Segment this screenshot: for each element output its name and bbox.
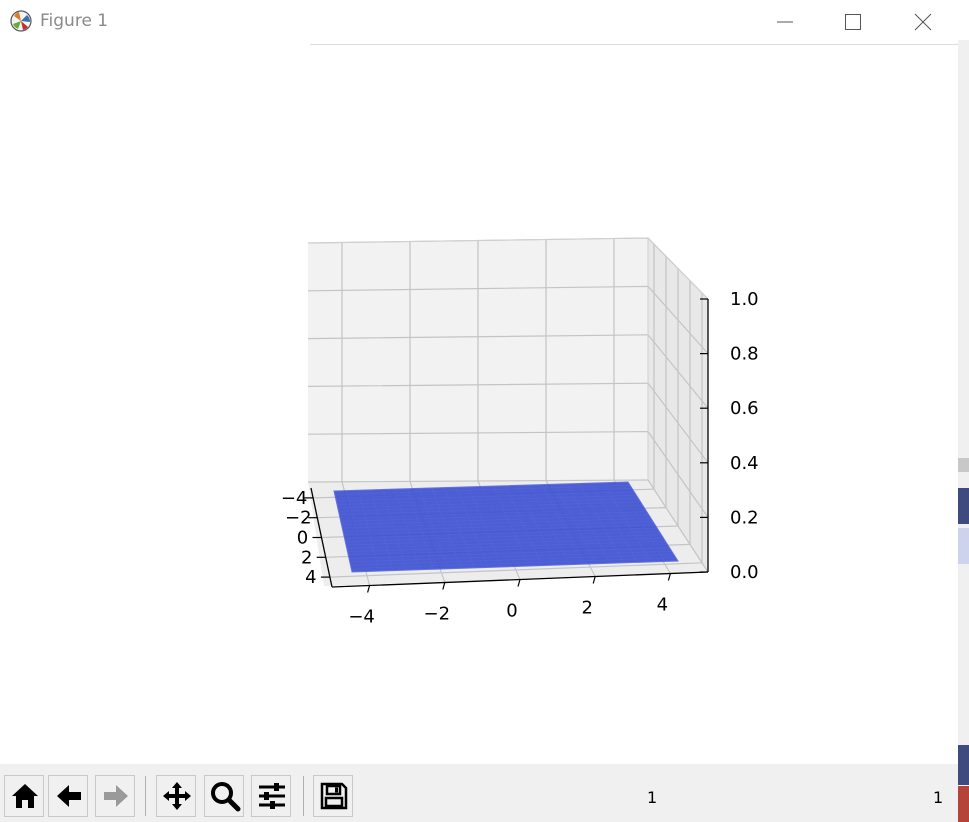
floppy-disk-icon [320,782,348,810]
maximize-button[interactable] [820,0,886,44]
x-tick [592,576,596,584]
z-tick-label: 0.6 [730,398,759,419]
toolbar-separator [145,776,146,816]
background-window-part [958,745,969,785]
close-icon [914,13,932,31]
background-window-part [958,0,969,40]
title-bar: Figure 1 [0,0,958,44]
close-button[interactable] [890,0,956,44]
x-tick [667,573,671,581]
status-coordinates: 1 [933,788,944,807]
toolbar-separator [303,776,304,816]
forward-button[interactable] [95,775,135,817]
magnifier-icon [211,782,241,812]
figure-canvas[interactable]: −4 −2 0 2 4−4−2024 0.00.20.40.60.81.0 [0,45,958,763]
background-window-part [958,786,969,822]
x-tick [367,585,371,593]
home-button[interactable] [4,775,44,817]
background-window-edge [958,0,969,822]
x-tick [517,579,521,587]
save-button[interactable] [313,775,353,817]
x-tick-label: 4 [657,595,668,616]
z-tick-label: 0.0 [730,562,759,583]
forward-arrow-icon [104,785,128,807]
minimize-icon [777,21,793,23]
background-window-part [958,458,969,472]
y-tick-label: −2 [285,508,312,529]
navigation-toolbar [0,764,958,822]
z-tick-label: 0.2 [730,507,759,528]
y-tick-label: 0 [297,528,308,549]
pan-button[interactable] [156,775,196,817]
status-text: 1 [647,788,658,807]
maximize-icon [845,14,861,30]
x-tick [442,582,446,590]
background-window-part [958,528,969,564]
z-tick-label: 0.4 [730,453,759,474]
z-tick-label: 1.0 [730,289,759,310]
x-tick-label: 2 [581,598,592,619]
sliders-icon [259,783,285,809]
x-tick-label: 0 [506,601,517,622]
x-tick-label: −2 [424,604,451,625]
back-button[interactable] [48,775,88,817]
z-tick-label: 0.8 [730,344,759,365]
y-tick-label: 4 [305,567,316,588]
y-tick-label: −4 [281,488,308,509]
move-arrows-icon [163,782,191,810]
background-window-part [958,488,969,524]
minimize-button[interactable] [752,0,818,44]
window-title: Figure 1 [40,11,109,31]
home-icon [12,784,38,808]
matplotlib-app-icon [10,10,32,32]
zoom-button[interactable] [204,775,244,817]
back-arrow-icon [57,785,81,807]
y-tick-label: 2 [301,547,312,568]
configure-subplots-button[interactable] [251,775,291,817]
x-tick-label: −4 [348,607,375,628]
